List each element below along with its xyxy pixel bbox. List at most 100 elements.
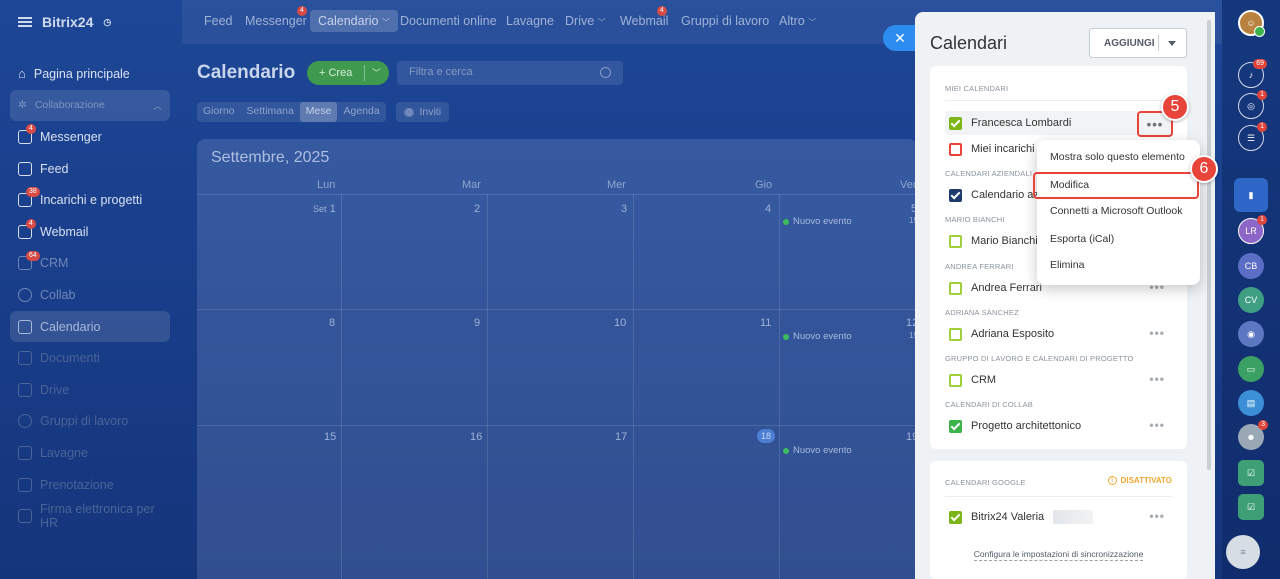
view-agenda[interactable]: Agenda bbox=[337, 102, 385, 122]
topnav-webmail-badge: 4 bbox=[657, 6, 667, 16]
create-button[interactable]: + Crea ﹀ bbox=[307, 61, 389, 85]
view-day[interactable]: Giorno bbox=[197, 102, 241, 122]
document-icon bbox=[18, 351, 32, 366]
sidebar-item-boards[interactable]: Lavagne bbox=[10, 437, 170, 469]
day-cell-9[interactable]: 9 bbox=[474, 317, 480, 329]
chevron-up-icon[interactable]: ︿ bbox=[153, 99, 162, 112]
chevron-down-icon: ﹀ bbox=[808, 18, 817, 27]
more-options-icon[interactable]: ••• bbox=[1149, 326, 1165, 340]
avatar-cv[interactable]: CV bbox=[1238, 287, 1264, 313]
sidebar-item-home[interactable]: ⌂ Pagina principale bbox=[10, 58, 170, 90]
menu-item-connect-outlook[interactable]: Connetti a Microsoft Outlook bbox=[1037, 198, 1200, 224]
checkbox[interactable] bbox=[949, 188, 962, 202]
sidebar-item-messenger[interactable]: 4 Messenger bbox=[10, 121, 170, 153]
calendar-row-crm[interactable]: CRM ••• bbox=[945, 368, 1173, 392]
topnav-drive[interactable]: Drive ﹀ bbox=[565, 14, 606, 28]
day-cell-2[interactable]: 2 bbox=[474, 203, 480, 215]
more-options-icon[interactable]: ••• bbox=[1149, 372, 1165, 386]
section-google: CALENDARI GOOGLE bbox=[945, 478, 1026, 487]
topnav-calendar[interactable]: Calendario ﹀ bbox=[310, 10, 398, 32]
topnav-messenger[interactable]: Messenger 4 bbox=[245, 6, 307, 28]
menu-icon[interactable] bbox=[18, 17, 32, 27]
day-cell-10[interactable]: 10 bbox=[614, 317, 626, 329]
topnav-feed[interactable]: Feed bbox=[204, 14, 233, 28]
sidebar-item-workgroups[interactable]: Gruppi di lavoro bbox=[10, 406, 170, 438]
menu-item-export-ical[interactable]: Esporta (iCal) bbox=[1037, 226, 1200, 252]
sidebar-item-crm[interactable]: 64 CRM bbox=[10, 248, 170, 280]
event-item[interactable]: Nuovo evento bbox=[783, 216, 852, 227]
user-avatar-icon: ☺ bbox=[1246, 18, 1256, 28]
sidebar-item-calendar[interactable]: Calendario bbox=[10, 310, 170, 343]
task-check-button[interactable]: ☑ bbox=[1238, 460, 1264, 486]
sidebar-item-feed[interactable]: Feed bbox=[10, 153, 170, 185]
day-cell-3[interactable]: 3 bbox=[621, 203, 627, 215]
topnav-documents[interactable]: Documenti online bbox=[400, 14, 497, 28]
user-avatar[interactable]: ☺ bbox=[1238, 10, 1265, 37]
day-cell-16[interactable]: 16 bbox=[470, 431, 482, 443]
add-button[interactable]: AGGIUNGI bbox=[1089, 28, 1187, 58]
chevron-down-icon[interactable]: ﹀ bbox=[372, 66, 381, 79]
day-cell-15[interactable]: 15 bbox=[324, 431, 336, 443]
sidebar-section-collaborazione[interactable]: ✲ Collaborazione ︿ bbox=[10, 89, 170, 122]
checkbox[interactable] bbox=[949, 142, 962, 156]
checkbox[interactable] bbox=[949, 510, 962, 524]
sidebar-item-booking[interactable]: Prenotazione bbox=[10, 469, 170, 501]
caret-down-icon[interactable] bbox=[1168, 41, 1176, 46]
day-cell-17[interactable]: 17 bbox=[615, 431, 627, 443]
more-options-icon[interactable]: ••• bbox=[1149, 418, 1165, 432]
group-chat-button[interactable]: ◉ bbox=[1238, 321, 1264, 347]
avatar-bottom[interactable]: ☻ 3 bbox=[1238, 420, 1268, 450]
checkbox[interactable] bbox=[949, 373, 962, 387]
topnav-workgroups[interactable]: Gruppi di lavoro bbox=[681, 14, 769, 28]
menu-button[interactable]: ≡ bbox=[1226, 535, 1260, 569]
event-item[interactable]: Nuovo evento bbox=[783, 331, 852, 342]
calendar-row-google[interactable]: Bitrix24 Valeria ••• bbox=[945, 505, 1173, 529]
checkbox[interactable] bbox=[949, 419, 962, 433]
topnav-boards[interactable]: Lavagne bbox=[506, 14, 554, 28]
contacts-button[interactable]: ▭ bbox=[1238, 356, 1264, 382]
calendar-row-project[interactable]: Progetto architettonico ••• bbox=[945, 414, 1173, 438]
panel-scrollbar[interactable] bbox=[1207, 20, 1211, 470]
task-check-button-2[interactable]: ☑ bbox=[1238, 494, 1264, 520]
menu-item-delete[interactable]: Elimina bbox=[1037, 252, 1200, 278]
redacted-name bbox=[1053, 510, 1094, 524]
sidebar-item-documents[interactable]: Documenti bbox=[10, 342, 170, 374]
day-cell-8[interactable]: 8 bbox=[329, 317, 335, 329]
day-cell-1[interactable]: Set 1 bbox=[313, 203, 336, 215]
avatar-lr[interactable]: LR 1 bbox=[1238, 215, 1267, 244]
info-icon: ! bbox=[1107, 476, 1117, 485]
sync-settings-link[interactable]: Configura le impostazioni di sincronizza… bbox=[930, 549, 1187, 561]
sidebar-item-drive[interactable]: Drive bbox=[10, 374, 170, 406]
checkbox[interactable] bbox=[949, 116, 962, 130]
calendar-row-adriana[interactable]: Adriana Esposito ••• bbox=[945, 322, 1173, 346]
notifications-button[interactable]: ♪ 69 bbox=[1238, 59, 1267, 88]
day-cell-11[interactable]: 11 bbox=[760, 317, 771, 329]
view-week[interactable]: Settimana bbox=[241, 102, 300, 122]
topnav-more[interactable]: Altro ﹀ bbox=[779, 14, 816, 28]
view-month[interactable]: Mese bbox=[299, 102, 338, 122]
checkbox[interactable] bbox=[949, 327, 962, 341]
section-andrea: ANDREA FERRARI bbox=[945, 262, 1014, 271]
checkbox[interactable] bbox=[949, 234, 962, 248]
sidebar-item-esign[interactable]: Firma elettronica per HR bbox=[10, 500, 170, 532]
invites-button[interactable]: 0 Inviti bbox=[396, 102, 450, 122]
filter-search-input[interactable]: Filtra e cerca bbox=[397, 61, 623, 85]
close-panel-button[interactable]: ✕ bbox=[883, 25, 917, 51]
target-button[interactable]: ◎ 1 bbox=[1238, 90, 1267, 119]
avatar-cb[interactable]: CB bbox=[1238, 253, 1264, 279]
messages-button[interactable]: ▤ bbox=[1238, 390, 1264, 416]
checkbox[interactable] bbox=[949, 281, 962, 295]
month-grid: Settembre, 2025 Lun Mar Mer Gio Ven Set … bbox=[197, 139, 917, 579]
bookmark-button[interactable]: ▮ bbox=[1234, 178, 1268, 212]
day-cell-4[interactable]: 4 bbox=[765, 203, 771, 215]
sidebar-item-tasks[interactable]: 38 Incarichi e progetti bbox=[10, 184, 170, 216]
more-options-icon[interactable]: ••• bbox=[1149, 509, 1165, 523]
chat-button[interactable]: ☰ 1 bbox=[1238, 122, 1267, 151]
event-item[interactable]: Nuovo evento bbox=[783, 445, 852, 456]
logo[interactable]: Bitrix24 ◷ bbox=[18, 14, 111, 30]
today-marker[interactable]: 18 bbox=[757, 429, 775, 443]
sidebar-item-webmail[interactable]: 4 Webmail bbox=[10, 216, 170, 248]
sidebar-item-collab[interactable]: Collab bbox=[10, 279, 170, 311]
menu-item-show-only[interactable]: Mostra solo questo elemento bbox=[1037, 144, 1200, 170]
topnav-webmail[interactable]: Webmail 4 bbox=[620, 6, 668, 28]
